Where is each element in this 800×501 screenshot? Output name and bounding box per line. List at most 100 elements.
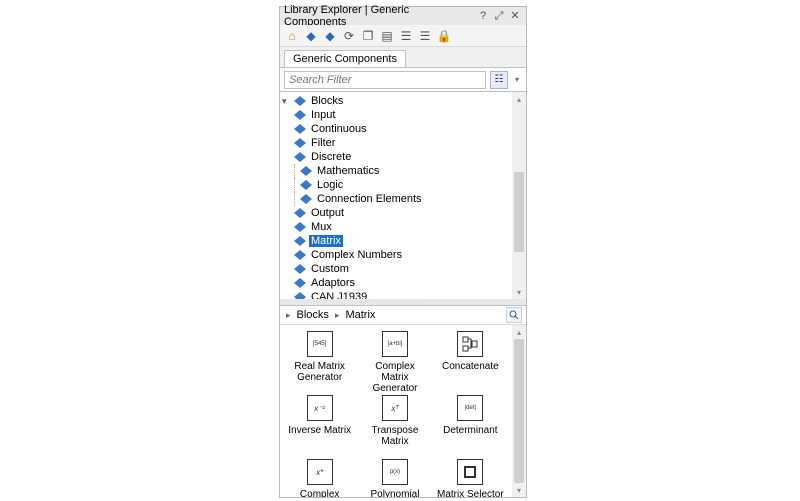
breadcrumb-root[interactable]: Blocks [297, 309, 329, 321]
toolbar: ⌂ ◆ ◆ ⟳ ❐ ▤ ☰ ☰ 🔒 [280, 25, 526, 47]
component-determinant[interactable]: |det| Determinant [436, 395, 504, 436]
tree-item-label: Continuous [309, 123, 369, 135]
book-icon [294, 292, 306, 299]
lock-icon[interactable]: 🔒 [436, 28, 452, 44]
refresh-icon[interactable]: ⟳ [341, 28, 357, 44]
component-concatenate[interactable]: Concatenate [436, 331, 504, 372]
breadcrumb-search-button[interactable] [506, 307, 522, 323]
book-icon [294, 208, 306, 218]
scroll-up-icon[interactable]: ▴ [512, 92, 526, 106]
component-grid-area: [545] Real Matrix Generator [a+bi] Compl… [280, 325, 526, 497]
component-icon [457, 459, 483, 485]
tree-item-label: Mux [309, 221, 334, 233]
close-button[interactable]: ✕ [508, 9, 522, 23]
filter-button[interactable]: ☷ [490, 71, 508, 89]
book-icon [294, 278, 306, 288]
component-grid: [545] Real Matrix Generator [a+bi] Compl… [280, 325, 510, 497]
book-icon [294, 138, 306, 148]
component-real-matrix-generator[interactable]: [545] Real Matrix Generator [286, 331, 354, 383]
tree-root[interactable]: Blocks [280, 94, 526, 108]
book-icon [294, 250, 306, 260]
dock-button[interactable]: ⤢ [492, 9, 506, 23]
breadcrumb-leaf[interactable]: Matrix [345, 309, 375, 321]
tree-item-label: Output [309, 207, 346, 219]
component-transpose-matrix[interactable]: xᵀ Transpose Matrix [361, 395, 429, 447]
book-icon [294, 152, 306, 162]
tree-item-logic[interactable]: Logic [280, 178, 526, 192]
tree-item-label: Filter [309, 137, 337, 149]
tab-generic-components[interactable]: Generic Components [284, 50, 406, 67]
component-label: Determinant [443, 425, 497, 436]
tree-item-label: Matrix [309, 235, 343, 247]
component-complex-conjugate-transpose[interactable]: x* Complex Conjugate Transpose [286, 459, 354, 497]
tree-item-filter[interactable]: Filter [280, 136, 526, 150]
chevron-right-icon: ▸ [335, 310, 340, 321]
component-icon: |det| [457, 395, 483, 421]
component-complex-matrix-generator[interactable]: [a+bi] Complex Matrix Generator [361, 331, 429, 394]
scroll-thumb[interactable] [514, 339, 524, 483]
tree-item-output[interactable]: Output [280, 206, 526, 220]
book-blue2-icon[interactable]: ◆ [322, 28, 338, 44]
component-icon: [a+bi] [382, 331, 408, 357]
scroll-up-icon[interactable]: ▴ [512, 325, 526, 339]
tree-item-label: Mathematics [315, 165, 381, 177]
tree-item-continuous[interactable]: Continuous [280, 122, 526, 136]
tree-item-matrix[interactable]: Matrix [280, 234, 526, 248]
tree-item-label: CAN J1939 [309, 291, 369, 299]
tree-item-mux[interactable]: Mux [280, 220, 526, 234]
book-icon [294, 124, 306, 134]
tree-view[interactable]: Blocks Input Continuous Filter Discrete … [280, 91, 526, 299]
tree-item-label: Connection Elements [315, 193, 424, 205]
component-matrix-selector[interactable]: Matrix Selector [436, 459, 504, 497]
book-icon [294, 110, 306, 120]
component-label: Complex Matrix Generator [361, 361, 429, 394]
scroll-thumb[interactable] [514, 172, 524, 252]
book-icon [300, 194, 312, 204]
component-icon: x* [307, 459, 333, 485]
component-label: Matrix Selector [437, 489, 504, 497]
tree-scrollbar[interactable]: ▴ ▾ [512, 92, 526, 299]
expand-icon[interactable] [282, 96, 292, 106]
tree-item-discrete[interactable]: Discrete [280, 150, 526, 164]
tree-item-connection-elements[interactable]: Connection Elements [280, 192, 526, 206]
tree-item-complex-numbers[interactable]: Complex Numbers [280, 248, 526, 262]
component-label: Complex Conjugate Transpose [286, 489, 354, 497]
tree-item-adaptors[interactable]: Adaptors [280, 276, 526, 290]
component-icon: xᵀ [382, 395, 408, 421]
component-icon [457, 331, 483, 357]
home-icon[interactable]: ⌂ [284, 28, 300, 44]
view-icon[interactable]: ▤ [379, 28, 395, 44]
book-icon [294, 264, 306, 274]
component-polynomial[interactable]: p(x) Polynomial [361, 459, 429, 497]
tree-item-input[interactable]: Input [280, 108, 526, 122]
component-icon: p(x) [382, 459, 408, 485]
component-label: Concatenate [442, 361, 499, 372]
stack-icon[interactable]: ❐ [360, 28, 376, 44]
book-blue-icon[interactable]: ◆ [303, 28, 319, 44]
tree-item-label: Custom [309, 263, 351, 275]
list-up-icon[interactable]: ☰ [398, 28, 414, 44]
library-explorer-panel: Library Explorer | Generic Components ? … [279, 6, 527, 498]
component-label: Transpose Matrix [361, 425, 429, 447]
component-icon: x⁻¹ [307, 395, 333, 421]
book-icon [294, 236, 306, 246]
grid-scrollbar[interactable]: ▴ ▾ [512, 325, 526, 497]
component-inverse-matrix[interactable]: x⁻¹ Inverse Matrix [286, 395, 354, 436]
book-icon [294, 96, 306, 106]
tree-item-label: Input [309, 109, 337, 121]
tree-item-label: Adaptors [309, 277, 357, 289]
tab-row: Generic Components [280, 47, 526, 67]
scroll-down-icon[interactable]: ▾ [512, 483, 526, 497]
filter-dropdown-icon[interactable]: ▾ [512, 71, 522, 89]
list-down-icon[interactable]: ☰ [417, 28, 433, 44]
tree-item-can-j1939[interactable]: CAN J1939 [280, 290, 526, 299]
book-icon [294, 222, 306, 232]
chevron-right-icon: ▸ [286, 310, 291, 321]
tree-item-custom[interactable]: Custom [280, 262, 526, 276]
component-label: Inverse Matrix [288, 425, 351, 436]
scroll-down-icon[interactable]: ▾ [512, 285, 526, 299]
tree-item-mathematics[interactable]: Mathematics [280, 164, 526, 178]
search-input[interactable] [284, 71, 486, 89]
book-icon [300, 166, 312, 176]
help-button[interactable]: ? [476, 9, 490, 23]
